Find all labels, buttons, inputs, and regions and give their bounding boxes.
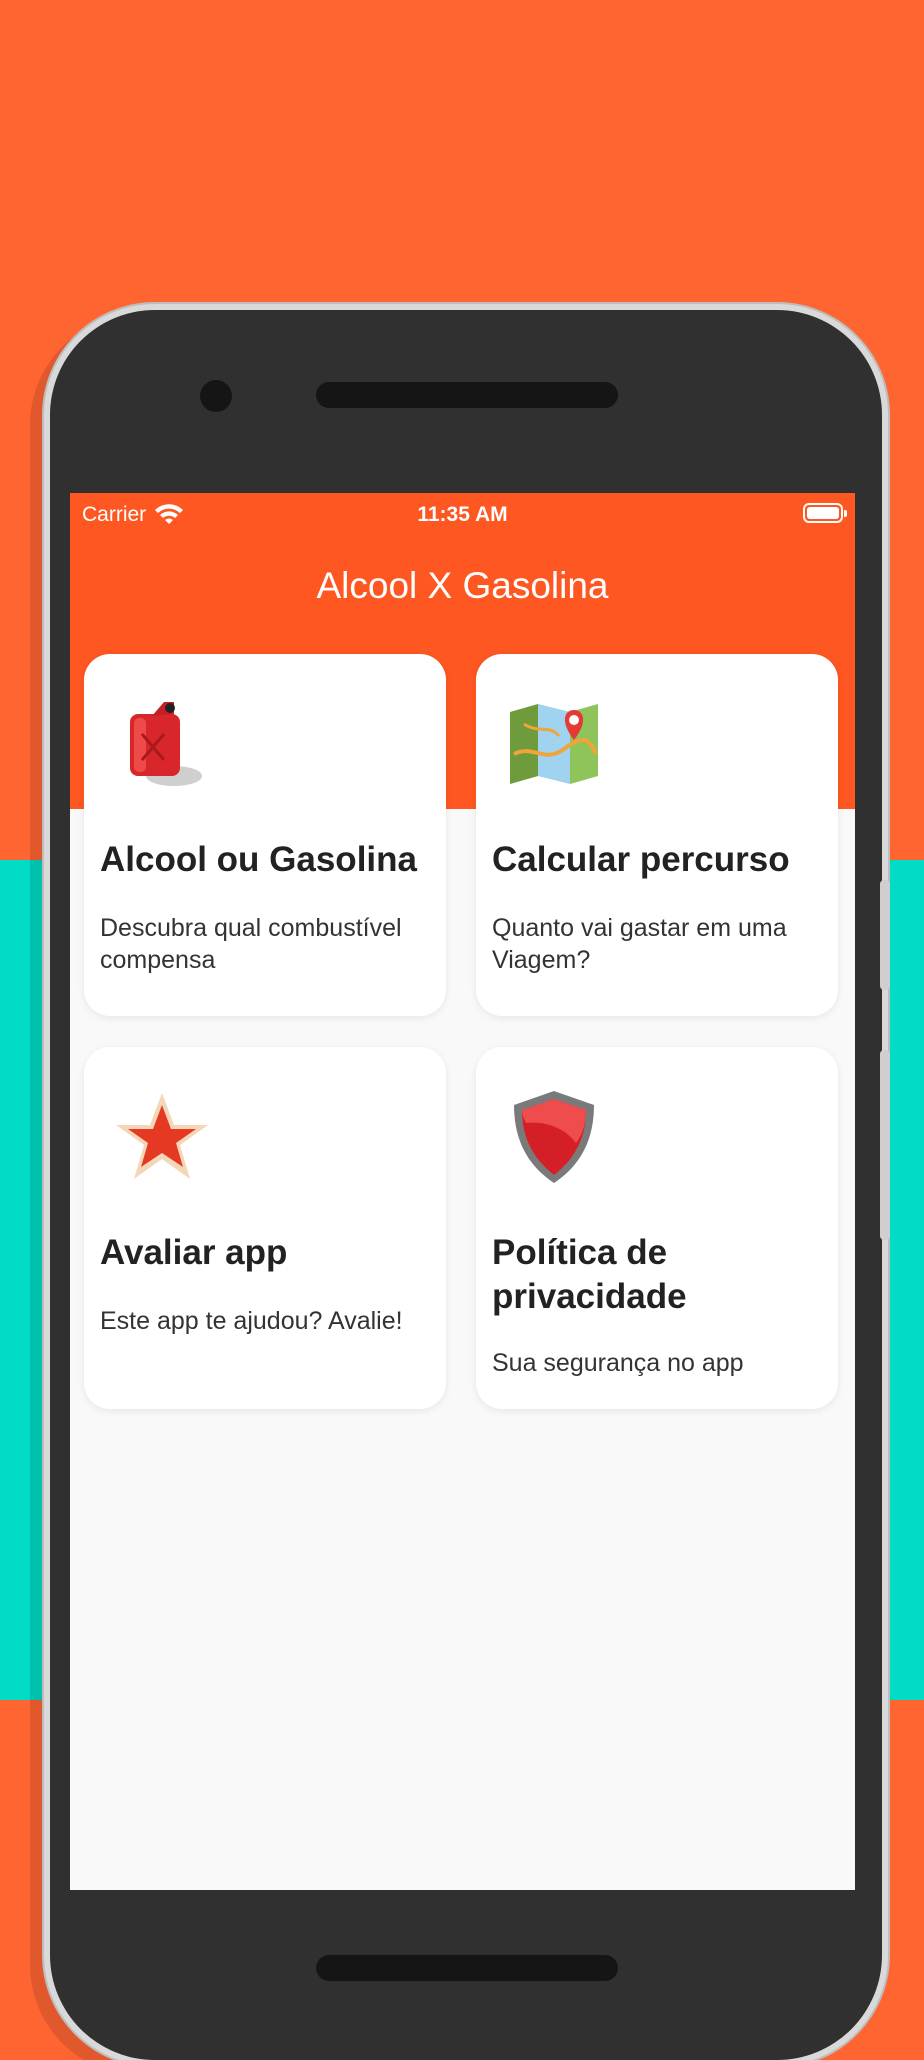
phone-power-button <box>880 1050 890 1240</box>
bottom-speaker <box>316 1955 618 1981</box>
status-time: 11:35 AM <box>417 503 508 526</box>
star-icon <box>116 1093 208 1179</box>
camera-icon <box>200 380 232 412</box>
earpiece-speaker <box>316 382 618 408</box>
status-bar: Carrier 11:35 AM <box>70 493 855 535</box>
card-description: Este app te ajudou? Avalie! <box>100 1307 403 1335</box>
app-screen: Carrier 11:35 AM Alcool X Gasolina Alcoo… <box>70 493 855 1890</box>
card-description: Quanto vai gastar em uma Viagem? <box>492 914 787 974</box>
card-avaliar-app[interactable]: Avaliar app Este app te ajudou? Avalie! <box>84 1047 446 1409</box>
card-title: Avaliar app <box>100 1233 288 1272</box>
card-title: Calcular percurso <box>492 840 790 879</box>
card-title: Política de privacidade <box>492 1233 687 1316</box>
card-politica-privacidade[interactable]: Política de privacidade Sua segurança no… <box>476 1047 838 1409</box>
card-description: Sua segurança no app <box>492 1349 744 1377</box>
page-title: Alcool X Gasolina <box>316 565 609 606</box>
battery-icon <box>803 503 847 523</box>
card-alcool-ou-gasolina[interactable]: Alcool ou Gasolina Descubra qual combust… <box>84 654 446 1016</box>
map-pin-icon <box>510 704 598 784</box>
card-title: Alcool ou Gasolina <box>100 840 417 879</box>
shield-icon <box>514 1091 594 1183</box>
fuel-can-icon <box>130 702 202 786</box>
phone-volume-button <box>880 880 890 990</box>
card-description: Descubra qual combustível compensa <box>100 914 402 974</box>
card-calcular-percurso[interactable]: Calcular percurso Quanto vai gastar em u… <box>476 654 838 1016</box>
